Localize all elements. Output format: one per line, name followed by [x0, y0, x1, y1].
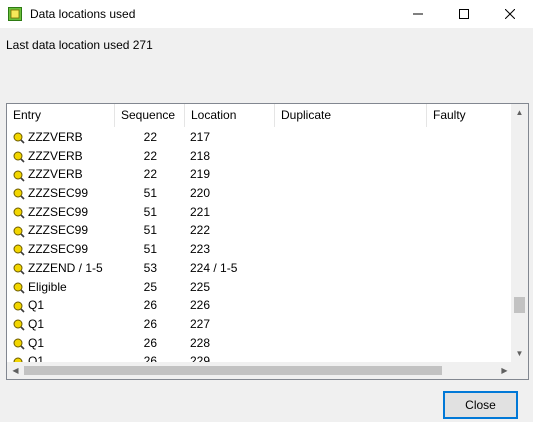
list-item[interactable]: Q1 26 227: [7, 315, 513, 334]
entry-text: Q1: [28, 316, 45, 331]
entry-text: ZZZEND / 1-5: [28, 260, 103, 275]
scroll-left-icon[interactable]: ◀: [7, 362, 24, 379]
scroll-down-icon[interactable]: ▼: [511, 345, 528, 362]
list-item[interactable]: ZZZSEC99 51 223: [7, 240, 513, 259]
entry-text: ZZZSEC99: [28, 204, 89, 219]
entry-cell: ZZZVERB: [13, 147, 83, 166]
sequence-cell: 26: [143, 335, 157, 350]
search-magnifier-icon: [13, 262, 25, 275]
search-magnifier-icon: [13, 300, 25, 313]
minimize-icon: [413, 13, 423, 15]
location-cell: 217: [190, 130, 211, 144]
list-item[interactable]: ZZZSEC99 51 222: [7, 221, 513, 240]
list-rows: ZZZVERB 22 217 ZZZVERB 22 218 ZZZVERB 22 219 ZZZS…: [7, 128, 513, 371]
list-item[interactable]: ZZZEND / 1-5 53 224 / 1-5: [7, 259, 513, 278]
entry-text: Q1: [28, 298, 45, 313]
location-cell: 218: [190, 148, 211, 163]
entry-cell: ZZZSEC99: [13, 184, 88, 203]
location-cell: 225: [190, 279, 211, 294]
entry-cell: Q1: [13, 315, 44, 334]
location-cell: 224 / 1-5: [190, 260, 238, 275]
column-header-entry[interactable]: Entry: [7, 104, 115, 127]
location-cell: 219: [190, 167, 211, 182]
entry-cell: ZZZVERB: [13, 128, 83, 147]
search-magnifier-icon: [13, 281, 25, 294]
horizontal-scrollbar[interactable]: ◀ ▶: [7, 362, 513, 379]
scroll-up-icon[interactable]: ▲: [511, 104, 528, 121]
horizontal-scroll-thumb[interactable]: [24, 366, 442, 375]
last-location-label: Last data location used 271: [6, 38, 153, 52]
list-item[interactable]: ZZZSEC99 51 221: [7, 203, 513, 222]
sequence-cell: 51: [143, 242, 157, 257]
search-magnifier-icon: [13, 150, 25, 163]
list-item[interactable]: ZZZVERB 22 219: [7, 165, 513, 184]
column-header-duplicate[interactable]: Duplicate: [275, 104, 427, 127]
list-item[interactable]: Q1 26 228: [7, 334, 513, 353]
column-header-location[interactable]: Location: [185, 104, 275, 127]
entry-cell: Q1: [13, 334, 44, 353]
location-cell: 221: [190, 204, 211, 219]
vertical-scroll-thumb[interactable]: [514, 297, 525, 313]
list-header: Entry Sequence Location Duplicate Faulty: [7, 104, 513, 127]
entry-cell: ZZZEND / 1-5: [13, 259, 103, 278]
location-cell: 227: [190, 316, 211, 331]
entry-cell: ZZZSEC99: [13, 240, 88, 259]
search-magnifier-icon: [13, 206, 25, 219]
location-cell: 220: [190, 186, 211, 201]
search-magnifier-icon: [13, 337, 25, 350]
entry-text: ZZZSEC99: [28, 242, 89, 257]
close-button[interactable]: Close: [443, 391, 518, 419]
list-item[interactable]: ZZZVERB 22 218: [7, 147, 513, 166]
location-cell: 223: [190, 242, 211, 257]
location-cell: 226: [190, 298, 211, 313]
entry-cell: Q1: [13, 296, 44, 315]
location-cell: 228: [190, 335, 211, 350]
list-item[interactable]: Eligible 25 225: [7, 278, 513, 297]
search-magnifier-icon: [13, 169, 25, 182]
entry-cell: ZZZSEC99: [13, 203, 88, 222]
scrollbar-corner: [511, 362, 528, 379]
entry-text: ZZZVERB: [28, 148, 83, 163]
search-magnifier-icon: [13, 243, 25, 257]
column-header-sequence[interactable]: Sequence: [115, 104, 185, 127]
entry-text: Eligible: [28, 279, 67, 294]
sequence-cell: 51: [143, 223, 157, 238]
locations-list[interactable]: Entry Sequence Location Duplicate Faulty…: [6, 103, 529, 380]
column-header-faulty[interactable]: Faulty: [427, 104, 513, 127]
maximize-icon: [459, 9, 469, 19]
entry-cell: ZZZVERB: [13, 165, 83, 184]
title-bar: Data locations used: [0, 0, 533, 28]
sequence-cell: 26: [143, 298, 157, 313]
search-magnifier-icon: [13, 131, 25, 144]
list-item[interactable]: ZZZVERB 22 217: [7, 128, 513, 147]
app-icon: [8, 7, 22, 21]
window-title: Data locations used: [30, 7, 136, 21]
location-cell: 222: [190, 223, 211, 238]
maximize-button[interactable]: [441, 0, 487, 28]
entry-text: ZZZVERB: [28, 167, 83, 182]
sequence-cell: 22: [143, 167, 157, 182]
sequence-cell: 22: [143, 130, 157, 144]
close-icon: [505, 9, 515, 19]
sequence-cell: 53: [143, 260, 157, 275]
sequence-cell: 51: [143, 204, 157, 219]
search-magnifier-icon: [13, 225, 25, 238]
entry-cell: Eligible: [13, 278, 67, 297]
entry-text: ZZZSEC99: [28, 223, 89, 238]
search-magnifier-icon: [13, 187, 25, 200]
sequence-cell: 25: [143, 279, 157, 294]
entry-text: ZZZVERB: [28, 130, 83, 144]
sequence-cell: 51: [143, 186, 157, 201]
close-window-button[interactable]: [487, 0, 533, 28]
search-magnifier-icon: [13, 318, 25, 331]
entry-text: ZZZSEC99: [28, 186, 89, 201]
entry-cell: ZZZSEC99: [13, 221, 88, 240]
list-item[interactable]: Q1 26 226: [7, 296, 513, 315]
minimize-button[interactable]: [395, 0, 441, 28]
entry-text: Q1: [28, 335, 45, 350]
vertical-scrollbar[interactable]: ▲ ▼: [511, 104, 528, 362]
list-item[interactable]: ZZZSEC99 51 220: [7, 184, 513, 203]
sequence-cell: 22: [143, 148, 157, 163]
sequence-cell: 26: [143, 316, 157, 331]
